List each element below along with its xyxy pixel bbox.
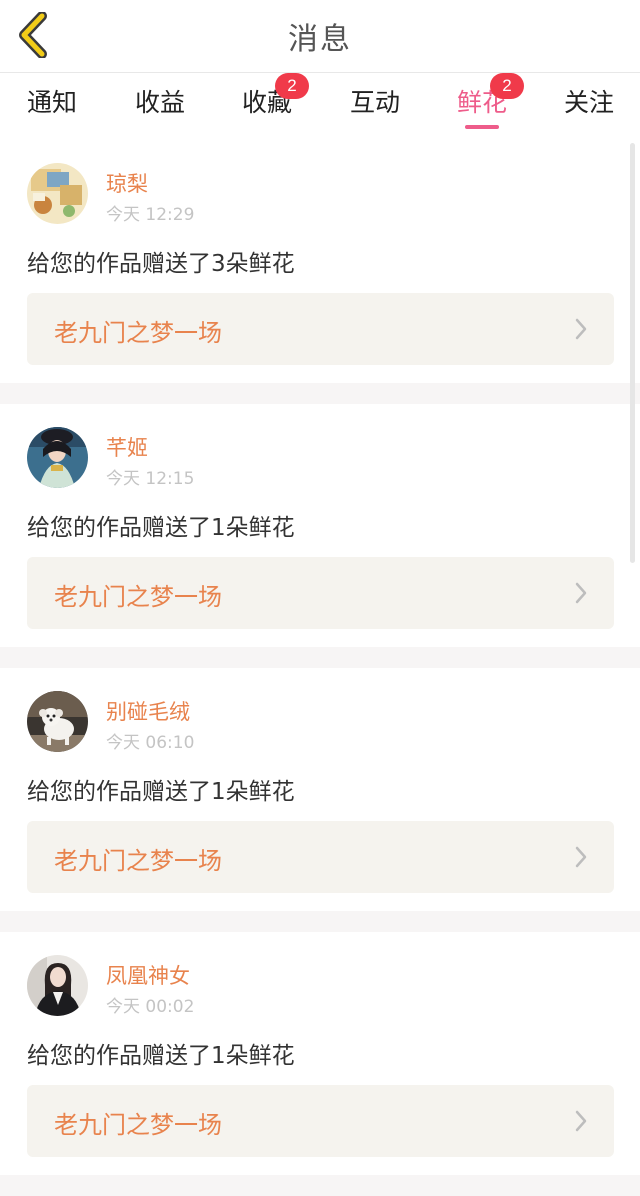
tab-bar: 通知 收益 收藏 2 互动 鲜花 2 关注 (0, 73, 640, 140)
message-text: 给您的作品赠送了1朵鲜花 (27, 779, 295, 805)
sender-name[interactable]: 琼梨 (106, 168, 148, 198)
tab-label: 互动 (349, 88, 400, 117)
divider (0, 1175, 640, 1196)
page-title: 消息 (288, 22, 352, 57)
message-card: 凤凰神女 今天 00:02 给您的作品赠送了1朵鲜花 老九门之梦一场 (0, 932, 640, 1175)
message-text: 给您的作品赠送了3朵鲜花 (27, 251, 295, 277)
chevron-right-icon (575, 318, 587, 340)
message-time: 今天 06:10 (106, 733, 195, 753)
work-link[interactable]: 老九门之梦一场 (27, 557, 614, 629)
message-time: 今天 12:29 (106, 205, 195, 225)
avatar[interactable] (27, 427, 88, 488)
message-text: 给您的作品赠送了1朵鲜花 (27, 515, 295, 541)
work-link[interactable]: 老九门之梦一场 (27, 293, 614, 365)
message-text: 给您的作品赠送了1朵鲜花 (27, 1043, 295, 1069)
work-title: 老九门之梦一场 (54, 847, 222, 875)
work-link[interactable]: 老九门之梦一场 (27, 1085, 614, 1157)
divider (0, 383, 640, 404)
message-card: 琼梨 今天 12:29 给您的作品赠送了3朵鲜花 老九门之梦一场 (0, 140, 640, 383)
active-tab-indicator (465, 125, 499, 129)
avatar-woman-portrait-icon (27, 955, 88, 1016)
avatar-costume-girl-icon (27, 427, 88, 488)
avatar-collage-icon (27, 163, 88, 224)
tab-favorites[interactable]: 收藏 2 (227, 73, 309, 119)
sender-name[interactable]: 芊姬 (106, 432, 148, 462)
chevron-right-icon (575, 846, 587, 868)
tab-label: 收益 (134, 88, 185, 117)
message-card: 别碰毛绒 今天 06:10 给您的作品赠送了1朵鲜花 老九门之梦一场 (0, 668, 640, 911)
message-card: 芊姬 今天 12:15 给您的作品赠送了1朵鲜花 老九门之梦一场 (0, 404, 640, 647)
avatar[interactable] (27, 955, 88, 1016)
work-title: 老九门之梦一场 (54, 319, 222, 347)
sender-name[interactable]: 凤凰神女 (106, 960, 190, 990)
tab-notifications[interactable]: 通知 (12, 83, 92, 119)
flowers-count-badge: 2 (490, 73, 524, 99)
divider (0, 911, 640, 932)
avatar[interactable] (27, 163, 88, 224)
top-bar: 消息 (0, 0, 640, 73)
avatar-white-dog-icon (27, 691, 88, 752)
tab-label: 通知 (26, 88, 77, 117)
chevron-right-icon (575, 1110, 587, 1132)
avatar[interactable] (27, 691, 88, 752)
divider (0, 647, 640, 668)
scrollbar[interactable] (630, 143, 635, 563)
work-title: 老九门之梦一场 (54, 583, 222, 611)
favorites-count-badge: 2 (275, 73, 309, 99)
tab-interactions[interactable]: 互动 (335, 83, 415, 119)
sender-name[interactable]: 别碰毛绒 (106, 696, 190, 726)
work-link[interactable]: 老九门之梦一场 (27, 821, 614, 893)
message-time: 今天 00:02 (106, 997, 195, 1017)
tab-label: 关注 (563, 88, 614, 117)
chevron-right-icon (575, 582, 587, 604)
tab-following[interactable]: 关注 (549, 83, 629, 119)
flower-message-list: 琼梨 今天 12:29 给您的作品赠送了3朵鲜花 老九门之梦一场 芊姬 今天 1… (0, 140, 640, 1196)
tab-flowers[interactable]: 鲜花 2 (442, 73, 524, 129)
work-title: 老九门之梦一场 (54, 1111, 222, 1139)
message-time: 今天 12:15 (106, 469, 195, 489)
tab-earnings[interactable]: 收益 (120, 83, 200, 119)
